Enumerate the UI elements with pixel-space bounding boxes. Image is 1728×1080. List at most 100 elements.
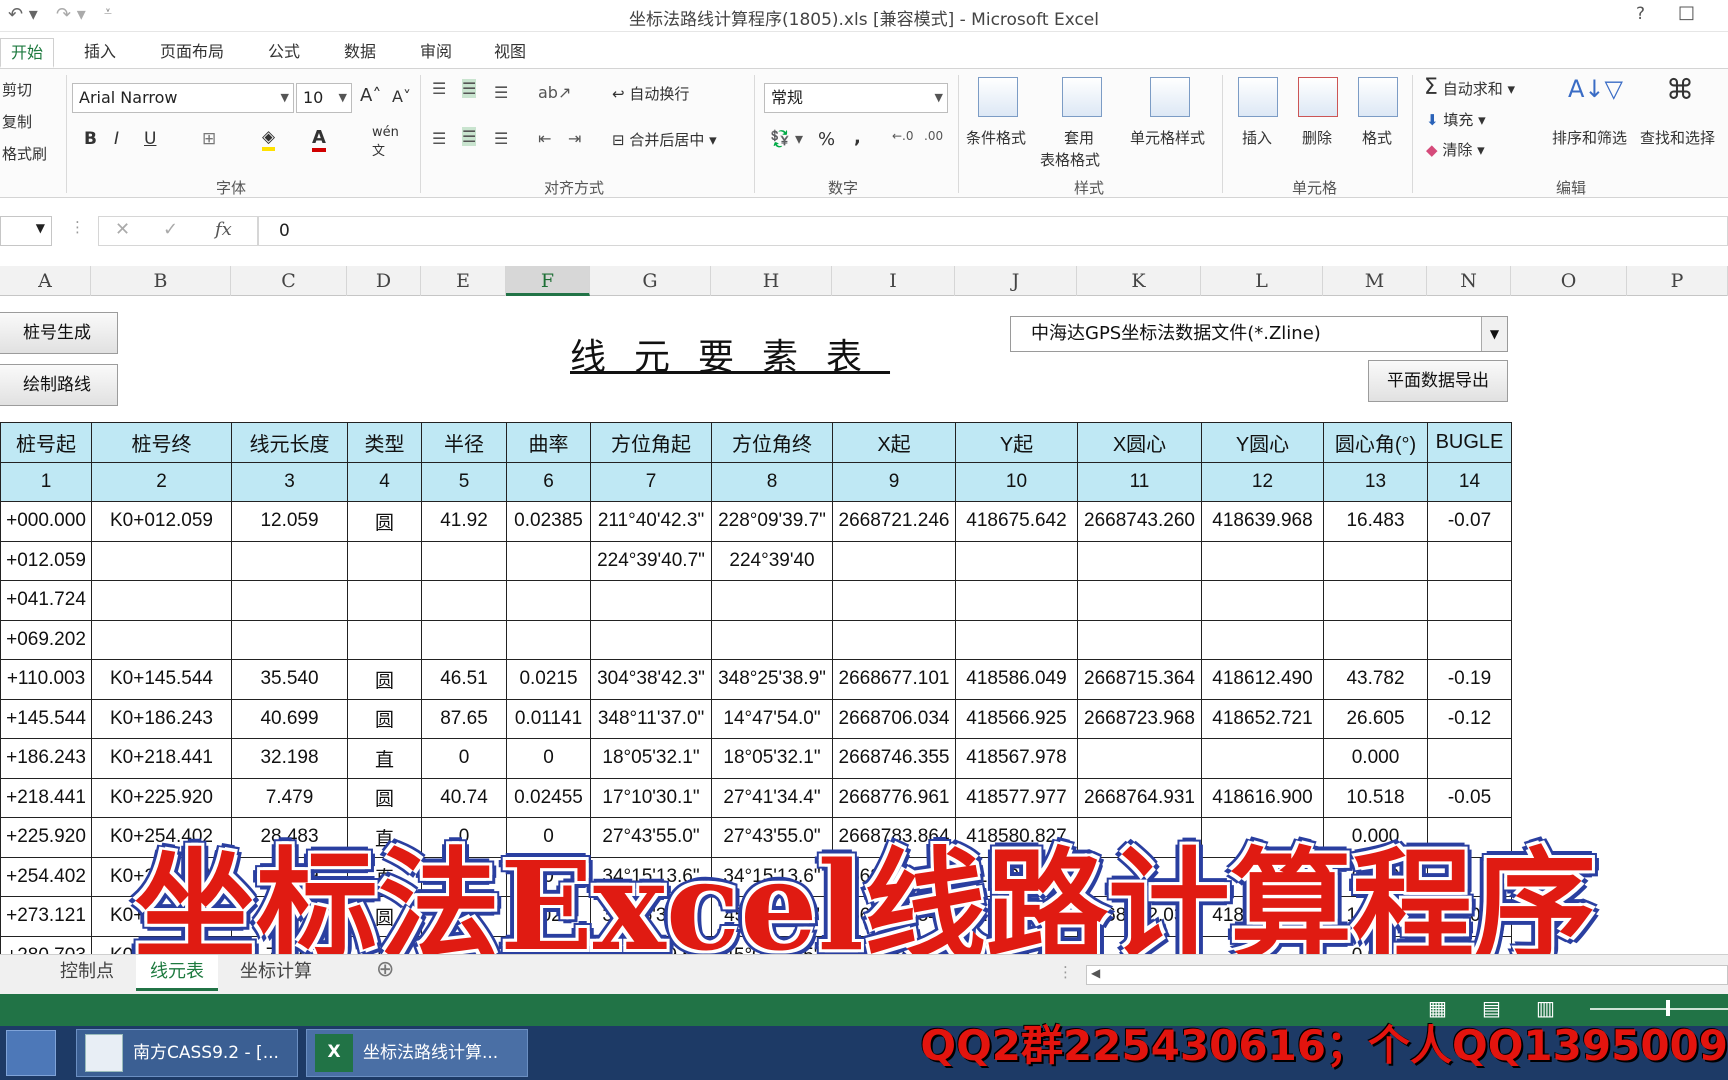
border-icon[interactable]: ⊞ — [202, 129, 216, 149]
table-cell[interactable]: 1 — [0, 461, 92, 502]
cut-button[interactable]: 剪切 — [2, 79, 32, 100]
table-cell[interactable]: 半径 — [421, 422, 507, 463]
name-box[interactable]: ▼ — [0, 216, 52, 246]
merge-center-button[interactable]: ⊟ 合并后居中 ▾ — [612, 129, 717, 150]
tab-split-grip-icon[interactable]: ⋮ — [1058, 963, 1073, 981]
help-icon[interactable]: ? — [1636, 4, 1645, 24]
delete-cells-button[interactable]: 删除 — [1302, 127, 1332, 148]
font-size-combo[interactable]: 10 ▼ — [296, 83, 352, 113]
col-header-k[interactable]: K — [1077, 266, 1201, 296]
table-cell[interactable]: 圆心角(°) — [1323, 422, 1428, 463]
shrink-font-icon[interactable]: A˅ — [392, 87, 411, 106]
bold-icon[interactable]: B — [84, 129, 97, 149]
align-left-icon[interactable]: ☰ — [432, 129, 446, 148]
table-cell[interactable]: 14 — [1427, 461, 1512, 502]
table-cell[interactable]: 2 — [91, 461, 232, 502]
table-cell[interactable]: 2668715.364 — [1077, 659, 1202, 700]
col-header-l[interactable]: L — [1201, 266, 1323, 296]
align-middle-icon[interactable]: ☰ — [462, 79, 477, 98]
col-header-i[interactable]: I — [832, 266, 955, 296]
table-cell[interactable]: 圆 — [347, 659, 422, 700]
table-cell[interactable]: 211°40'42.3" — [590, 501, 712, 542]
table-cell[interactable]: 418639.968 — [1201, 501, 1324, 542]
table-cell[interactable] — [1077, 738, 1202, 779]
copy-button[interactable]: 复制 — [2, 111, 32, 132]
table-cell[interactable]: 224°39'40.7" — [590, 540, 712, 581]
clear-button[interactable]: ◆ 清除 ▾ — [1426, 139, 1485, 160]
table-cell[interactable] — [421, 619, 507, 660]
table-cell[interactable]: 41.92 — [421, 501, 507, 542]
export-format-dropdown[interactable]: 中海达GPS坐标法数据文件(*.Zline) ▼ — [1010, 316, 1508, 352]
export-plane-data-button[interactable]: 平面数据导出 — [1368, 360, 1508, 402]
table-cell[interactable] — [421, 580, 507, 621]
taskbar-item-cass[interactable]: 南方CASS9.2 - [... — [76, 1029, 298, 1077]
col-header-b[interactable]: B — [91, 266, 231, 296]
table-cell[interactable]: 7 — [590, 461, 712, 502]
table-cell[interactable]: 46.51 — [421, 659, 507, 700]
table-cell[interactable]: -0.12 — [1427, 698, 1512, 739]
table-cell[interactable]: 418675.642 — [955, 501, 1078, 542]
table-cell[interactable]: Y起 — [955, 422, 1078, 463]
table-cell[interactable]: 418567.978 — [955, 738, 1078, 779]
table-cell[interactable]: 桩号起 — [0, 422, 92, 463]
table-cell[interactable]: 11 — [1077, 461, 1202, 502]
align-right-icon[interactable]: ☰ — [494, 129, 508, 148]
col-header-c[interactable]: C — [231, 266, 347, 296]
restore-icon[interactable]: □ — [1678, 2, 1695, 23]
col-header-g[interactable]: G — [590, 266, 711, 296]
table-cell[interactable]: 线元长度 — [231, 422, 348, 463]
sort-filter-button[interactable]: 排序和筛选 — [1552, 127, 1627, 148]
table-cell[interactable]: 方位角起 — [590, 422, 712, 463]
table-cell[interactable]: 0 — [421, 738, 507, 779]
table-cell[interactable]: 2668746.355 — [832, 738, 956, 779]
insert-function-icon[interactable]: fx — [215, 219, 232, 240]
table-cell[interactable]: +069.202 — [0, 619, 92, 660]
table-cell[interactable]: 304°38'42.3" — [590, 659, 712, 700]
table-cell[interactable]: 228°09'39.7" — [711, 501, 833, 542]
table-cell[interactable] — [421, 540, 507, 581]
table-cell[interactable] — [91, 540, 232, 581]
scroll-left-icon[interactable]: ◀ — [1091, 966, 1100, 980]
sheet-tab-line-elements[interactable]: 线元表 — [136, 955, 218, 991]
table-cell[interactable] — [231, 540, 348, 581]
font-name-combo[interactable]: Arial Narrow ▼ — [72, 83, 294, 113]
conditional-format-button[interactable]: 条件格式 — [966, 127, 1026, 148]
table-cell[interactable]: 18°05'32.1" — [711, 738, 833, 779]
table-cell[interactable]: 8 — [711, 461, 833, 502]
table-cell[interactable] — [506, 580, 591, 621]
table-cell[interactable]: 26.605 — [1323, 698, 1428, 739]
table-cell[interactable] — [506, 619, 591, 660]
table-cell[interactable]: +186.243 — [0, 738, 92, 779]
table-cell[interactable]: 87.65 — [421, 698, 507, 739]
currency-icon[interactable]: 💱 ▾ — [770, 129, 803, 148]
sheet-tab-coordinate-calc[interactable]: 坐标计算 — [226, 955, 326, 991]
font-color-icon[interactable]: A — [312, 127, 326, 152]
table-cell[interactable] — [1427, 738, 1512, 779]
table-cell[interactable]: Y圆心 — [1201, 422, 1324, 463]
table-cell[interactable]: 0 — [506, 738, 591, 779]
tab-home[interactable]: 开始 — [0, 38, 55, 68]
tab-page-layout[interactable]: 页面布局 — [150, 38, 234, 68]
table-cell[interactable]: 方位角终 — [711, 422, 833, 463]
table-cell[interactable] — [590, 580, 712, 621]
formula-input[interactable]: 0 — [258, 216, 1728, 246]
table-cell[interactable] — [1201, 619, 1324, 660]
col-header-m[interactable]: M — [1323, 266, 1427, 296]
col-header-p[interactable]: P — [1627, 266, 1728, 296]
col-header-n[interactable]: N — [1427, 266, 1511, 296]
table-cell[interactable]: 9 — [832, 461, 956, 502]
table-cell[interactable]: 类型 — [347, 422, 422, 463]
table-cell[interactable]: 10 — [955, 461, 1078, 502]
table-cell[interactable] — [231, 619, 348, 660]
table-cell[interactable]: 0.000 — [1323, 738, 1428, 779]
add-sheet-icon[interactable]: ⊕ — [376, 957, 394, 982]
table-cell[interactable] — [347, 540, 422, 581]
table-cell[interactable]: -0.19 — [1427, 659, 1512, 700]
autosum-button[interactable]: Σ 自动求和 ▾ — [1424, 75, 1515, 100]
table-cell[interactable]: 圆 — [347, 501, 422, 542]
comma-icon[interactable]: , — [854, 127, 861, 148]
table-cell[interactable]: +000.000 — [0, 501, 92, 542]
table-cell[interactable]: +012.059 — [0, 540, 92, 581]
table-cell[interactable]: X起 — [832, 422, 956, 463]
table-cell[interactable]: K0+012.059 — [91, 501, 232, 542]
